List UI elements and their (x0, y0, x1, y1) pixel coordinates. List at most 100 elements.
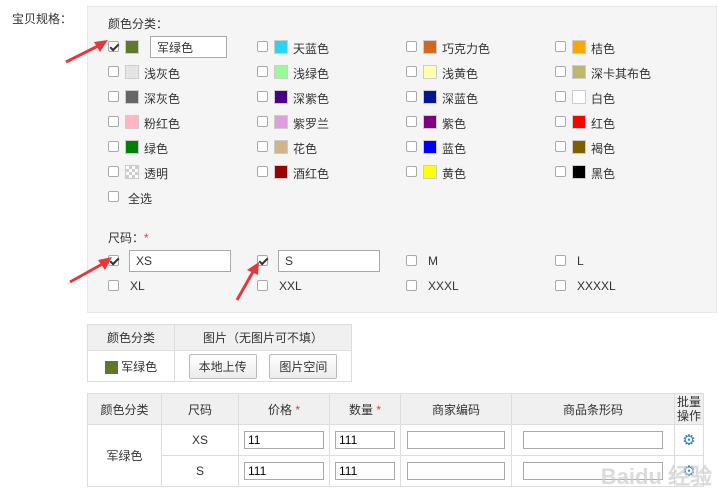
color-swatch (423, 140, 437, 154)
size-checkbox-l[interactable] (555, 255, 566, 266)
color-swatch (423, 65, 437, 79)
color-checkbox[interactable] (555, 166, 566, 177)
gear-icon[interactable]: ⚙ (682, 432, 695, 449)
upload-local-button[interactable]: 本地上传 (188, 353, 257, 379)
merchant-code-input[interactable] (407, 462, 505, 480)
sku-header-price: 价格 * (238, 393, 330, 425)
merchant-code-input[interactable] (407, 431, 505, 449)
color-checkbox[interactable] (555, 41, 566, 52)
sku-header-size: 尺码 (161, 393, 239, 425)
size-input-xs[interactable] (129, 250, 231, 272)
color-label: 紫罗兰 (293, 117, 330, 131)
image-table-header-image: 图片（无图片可不填） (174, 324, 352, 351)
color-swatch (125, 140, 139, 154)
color-label: 花色 (293, 142, 318, 156)
color-label: 深蓝色 (442, 92, 479, 106)
size-label-l: L (577, 254, 584, 268)
color-checkbox[interactable] (555, 66, 566, 77)
color-swatch (274, 40, 288, 54)
spec-label: 宝贝规格： (12, 12, 73, 26)
color-swatch (572, 90, 586, 104)
image-table-color-label: 军绿色 (121, 359, 158, 374)
sku-row-size: S (161, 455, 239, 487)
color-swatch (125, 65, 139, 79)
color-checkbox[interactable] (555, 91, 566, 102)
color-checkbox[interactable] (108, 116, 119, 127)
size-checkbox-xxxxl[interactable] (555, 280, 566, 291)
annotation-arrow-s (235, 262, 259, 301)
color-label: 天蓝色 (293, 42, 330, 56)
watermark: Baidu 经验 (600, 464, 712, 489)
color-checkbox[interactable] (108, 66, 119, 77)
color-label: 深卡其布色 (591, 67, 652, 81)
color-swatch (274, 115, 288, 129)
color-checkbox[interactable] (257, 116, 268, 127)
size-label-xxl: XXL (279, 279, 302, 293)
color-swatch (274, 65, 288, 79)
image-table-color-cell: 军绿色 (87, 350, 175, 382)
select-all-checkbox[interactable] (108, 191, 119, 202)
color-checkbox[interactable] (257, 141, 268, 152)
color-name-input[interactable] (150, 36, 227, 58)
color-checkbox[interactable] (406, 66, 417, 77)
price-input[interactable] (244, 431, 324, 449)
color-checkbox[interactable] (257, 166, 268, 177)
spec-panel: 颜色分类： 全选 尺码：* M L XL XXL XXXL XXXXL 天蓝色 巧… (87, 6, 717, 313)
color-checkbox[interactable] (257, 91, 268, 102)
color-label: 深灰色 (144, 92, 181, 106)
color-swatch (423, 115, 437, 129)
color-checkbox[interactable] (257, 66, 268, 77)
sku-header-merchant-code: 商家编码 (400, 393, 512, 425)
barcode-input[interactable] (523, 431, 663, 449)
color-checkbox[interactable] (555, 141, 566, 152)
color-label: 深紫色 (293, 92, 330, 106)
image-space-button[interactable]: 图片空间 (269, 353, 338, 379)
color-swatch (125, 90, 139, 104)
color-label: 酒红色 (293, 167, 330, 181)
color-label: 绿色 (144, 142, 169, 156)
color-swatch-custom (125, 40, 139, 54)
color-label: 粉红色 (144, 117, 181, 131)
color-label: 浅黄色 (442, 67, 479, 81)
image-table-header-color: 颜色分类 (87, 324, 175, 351)
color-checkbox[interactable] (406, 141, 417, 152)
size-label-xl: XL (130, 279, 145, 293)
size-checkbox-m[interactable] (406, 255, 417, 266)
color-checkbox[interactable] (555, 116, 566, 127)
color-swatch (423, 90, 437, 104)
color-checkbox[interactable] (406, 166, 417, 177)
image-table-actions: 本地上传 图片空间 (174, 350, 352, 382)
sku-header-batch: 批量操作 (674, 393, 704, 425)
size-label-xxxxl: XXXXL (577, 279, 616, 293)
color-section-title: 颜色分类： (108, 17, 169, 31)
qty-input[interactable] (335, 462, 395, 480)
color-swatch (572, 65, 586, 79)
color-checkbox[interactable] (108, 91, 119, 102)
color-label: 紫色 (442, 117, 467, 131)
color-swatch (572, 115, 586, 129)
size-label-xxxl: XXXL (428, 279, 459, 293)
color-checkbox[interactable] (257, 41, 268, 52)
color-checkbox[interactable] (108, 166, 119, 177)
size-input-s[interactable] (278, 250, 380, 272)
size-checkbox-xxxl[interactable] (406, 280, 417, 291)
color-label: 白色 (591, 92, 616, 106)
sku-color-group: 军绿色 (87, 424, 162, 487)
color-swatch (274, 90, 288, 104)
color-swatch (572, 140, 586, 154)
color-swatch (423, 165, 437, 179)
color-swatch (274, 165, 288, 179)
color-checkbox[interactable] (108, 141, 119, 152)
color-checkbox[interactable] (406, 91, 417, 102)
color-label: 浅绿色 (293, 67, 330, 81)
image-table: 颜色分类 图片（无图片可不填） 军绿色 本地上传 图片空间 (87, 324, 352, 382)
color-checkbox[interactable] (406, 41, 417, 52)
color-swatch (125, 115, 139, 129)
qty-input[interactable] (335, 431, 395, 449)
price-input[interactable] (244, 462, 324, 480)
color-checkbox[interactable] (406, 116, 417, 127)
size-label-m: M (428, 254, 438, 268)
sku-header-color: 颜色分类 (87, 393, 162, 425)
sku-header-qty: 数量 * (329, 393, 401, 425)
sku-header-barcode: 商品条形码 (511, 393, 675, 425)
